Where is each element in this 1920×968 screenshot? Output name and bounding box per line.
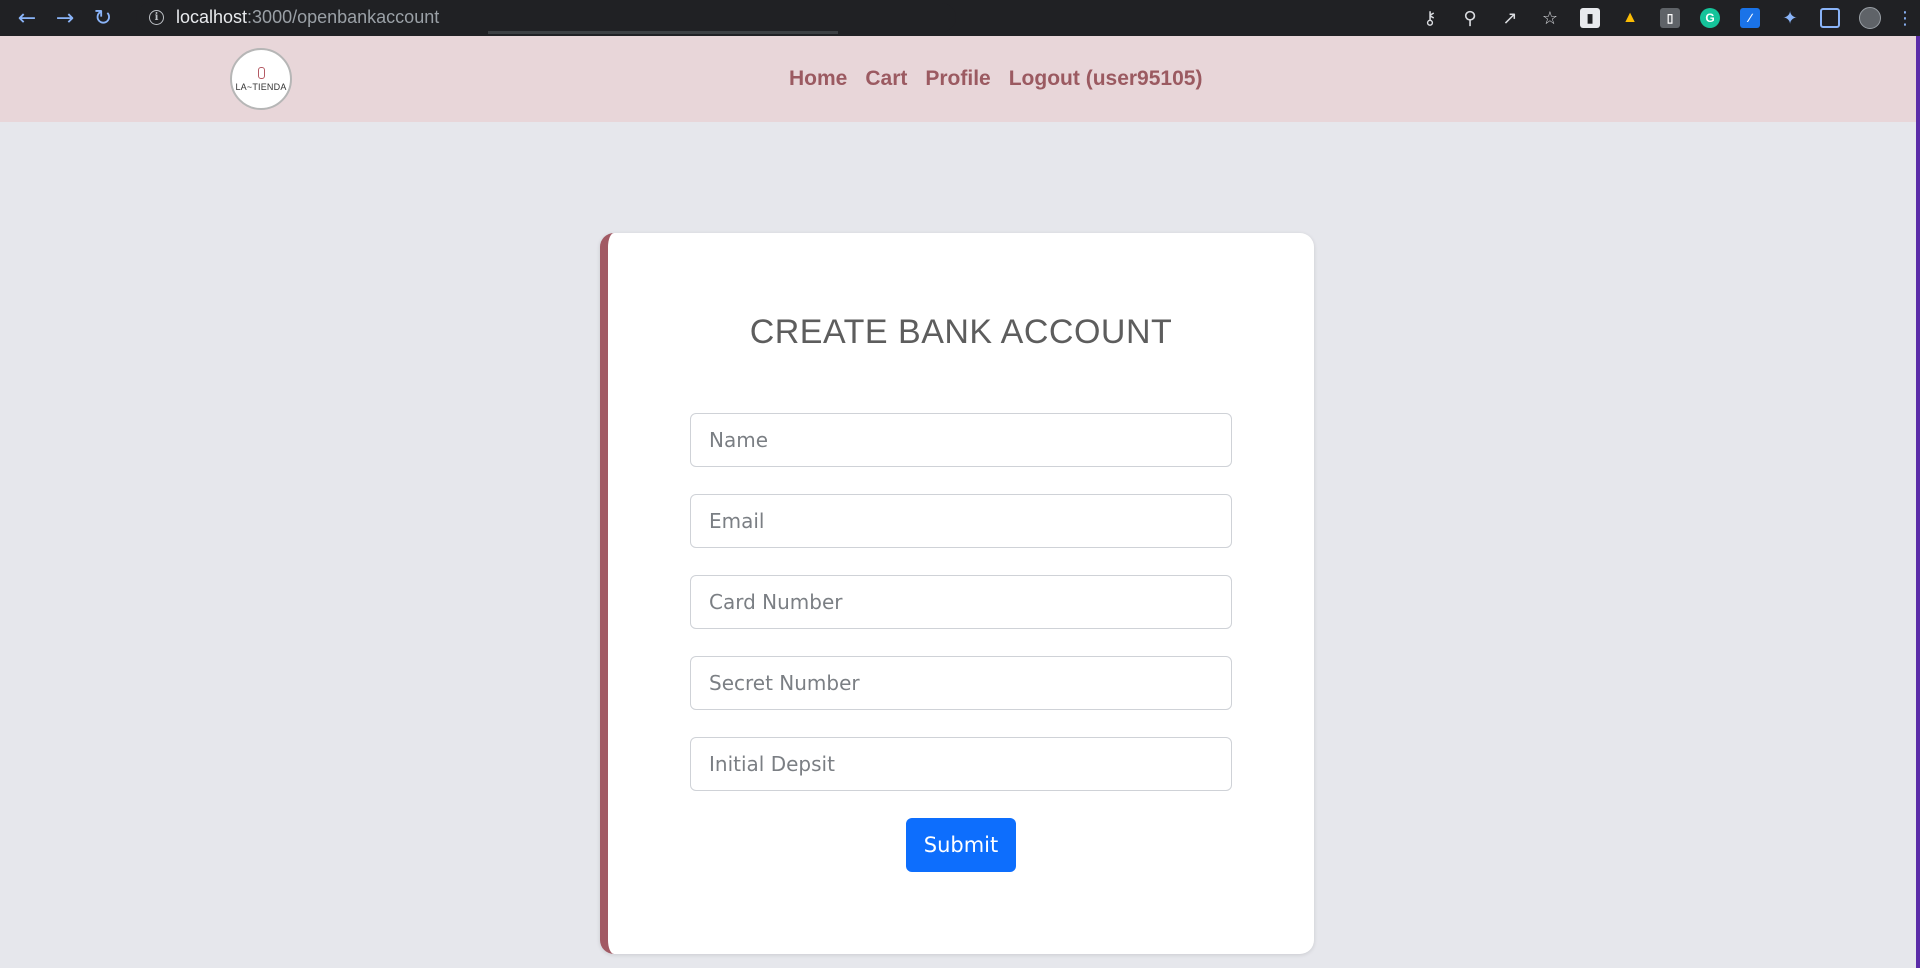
site-navbar: LA~TIENDA Home Cart Profile Logout (user… bbox=[0, 36, 1916, 122]
profile-avatar-icon[interactable] bbox=[1850, 0, 1890, 36]
extension-blue-icon[interactable]: ∕ bbox=[1730, 0, 1770, 36]
url-host: localhost bbox=[176, 7, 248, 27]
url-text[interactable]: localhost:3000/openbankaccount bbox=[176, 7, 439, 28]
form-title: CREATE BANK ACCOUNT bbox=[749, 313, 1173, 351]
browser-toolbar: ← → ↻ i localhost:3000/openbankaccount ⚷… bbox=[0, 0, 1920, 36]
bank-account-card: CREATE BANK ACCOUNT Submit bbox=[600, 233, 1314, 954]
star-icon[interactable]: ☆ bbox=[1530, 0, 1570, 36]
nav-link-profile[interactable]: Profile bbox=[925, 67, 990, 91]
scrollbar[interactable] bbox=[1916, 36, 1920, 968]
share-icon[interactable]: ↗ bbox=[1490, 0, 1530, 36]
back-arrow-icon[interactable]: ← bbox=[8, 0, 46, 36]
nav-link-home[interactable]: Home bbox=[789, 67, 847, 91]
tab-strip-indicator bbox=[488, 31, 838, 34]
logo-text: LA~TIENDA bbox=[235, 81, 287, 92]
info-icon[interactable]: i bbox=[149, 10, 164, 25]
name-input[interactable] bbox=[690, 413, 1232, 467]
submit-button[interactable]: Submit bbox=[906, 818, 1016, 872]
menu-dots-icon[interactable]: ⋮ bbox=[1890, 0, 1920, 36]
nav-links: Home Cart Profile Logout (user95105) bbox=[789, 36, 1220, 122]
nav-link-logout[interactable]: Logout (user95105) bbox=[1009, 67, 1203, 91]
extension-chart-icon[interactable]: ▮ bbox=[1570, 0, 1610, 36]
side-panel-icon[interactable] bbox=[1810, 0, 1850, 36]
email-input[interactable] bbox=[690, 494, 1232, 548]
card-number-input[interactable] bbox=[690, 575, 1232, 629]
zoom-out-icon[interactable]: ⚲ bbox=[1450, 0, 1490, 36]
address-bar[interactable]: i localhost:3000/openbankaccount bbox=[136, 3, 956, 32]
initial-deposit-input[interactable] bbox=[690, 737, 1232, 791]
browser-actions: ⚷ ⚲ ↗ ☆ ▮ ▲ ▯ G ∕ ✦ ⋮ bbox=[1410, 0, 1920, 36]
secret-number-input[interactable] bbox=[690, 656, 1232, 710]
forward-arrow-icon[interactable]: → bbox=[46, 0, 84, 36]
key-icon[interactable]: ⚷ bbox=[1410, 0, 1450, 36]
extension-puzzle-icon[interactable]: ✦ bbox=[1770, 0, 1810, 36]
url-path: :3000/openbankaccount bbox=[247, 7, 440, 27]
grammarly-icon[interactable]: G bbox=[1690, 0, 1730, 36]
office-icon[interactable]: ▯ bbox=[1650, 0, 1690, 36]
nav-link-cart[interactable]: Cart bbox=[865, 67, 907, 91]
drive-icon[interactable]: ▲ bbox=[1610, 0, 1650, 36]
reload-icon[interactable]: ↻ bbox=[84, 0, 122, 36]
watch-icon bbox=[257, 66, 265, 79]
site-logo[interactable]: LA~TIENDA bbox=[230, 48, 292, 110]
